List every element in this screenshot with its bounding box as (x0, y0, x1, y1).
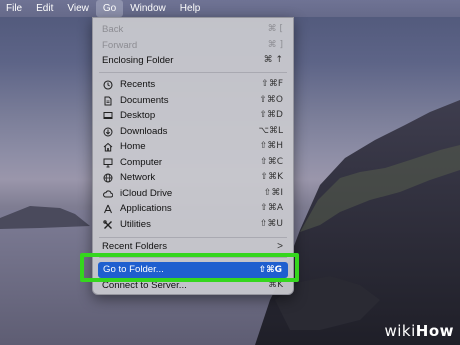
menu-item-label: Desktop (120, 110, 156, 121)
menu-item-enclosing-folder[interactable]: Enclosing Folder ⌘ ↑ (93, 53, 293, 69)
network-icon (103, 173, 113, 183)
menu-item-label: Utilities (120, 218, 151, 230)
menu-separator (99, 72, 287, 73)
shortcut-label: ⌘ ↑ (263, 55, 283, 65)
menu-item-network[interactable]: Network ⇧⌘K (93, 170, 293, 186)
menu-item-label: Documents (120, 94, 169, 106)
menu-item-desktop[interactable]: Desktop ⇧⌘D (93, 108, 293, 124)
cloud-icon (103, 189, 113, 197)
menu-item-forward[interactable]: Forward ⌘ ] (93, 38, 293, 54)
home-icon (103, 142, 113, 152)
shortcut-label: ⇧⌘C (260, 156, 283, 167)
menu-item-back[interactable]: Back ⌘ [ (93, 22, 293, 38)
shortcut-label: ⇧⌘I (263, 187, 283, 198)
menu-go[interactable]: Go (95, 0, 124, 17)
applications-icon (104, 204, 112, 214)
shortcut-label: ⌘ ] (267, 39, 283, 50)
menu-item-label: Enclosing Folder (102, 55, 174, 66)
shortcut-label: ⇧⌘A (260, 203, 283, 213)
menu-item-utilities[interactable]: Utilities ⇧⌘U (93, 217, 293, 233)
shortcut-label: ⇧⌘K (260, 172, 283, 182)
highlight-box (80, 253, 299, 282)
menu-item-label: Applications (120, 203, 172, 214)
watermark-part2: How (415, 322, 454, 340)
menu-bar: File Edit View Go Window Help (0, 0, 460, 17)
shortcut-label: ⌥⌘L (258, 125, 283, 136)
wikihow-watermark: wikiHow (384, 322, 454, 340)
menu-item-label: Computer (120, 156, 163, 168)
menu-help[interactable]: Help (173, 0, 208, 17)
watermark-part1: wiki (384, 322, 416, 340)
utilities-icon (103, 219, 112, 229)
menu-view[interactable]: View (60, 0, 96, 17)
menu-item-downloads[interactable]: Downloads ⌥⌘L (93, 124, 293, 140)
shortcut-label: ⇧⌘H (259, 141, 283, 151)
menu-item-home[interactable]: Home ⇧⌘H (93, 139, 293, 155)
menu-item-label: Back (102, 24, 124, 35)
menu-item-icloud-drive[interactable]: iCloud Drive ⇧⌘I (93, 186, 293, 202)
menu-item-applications[interactable]: Applications ⇧⌘A (93, 201, 293, 217)
shortcut-label: ⇧⌘D (259, 110, 283, 120)
clock-icon (103, 80, 113, 90)
menu-file[interactable]: File (0, 0, 29, 17)
menu-edit[interactable]: Edit (29, 0, 60, 17)
desktop-icon (103, 112, 113, 119)
menu-item-recents[interactable]: Recents ⇧⌘F (93, 77, 293, 93)
menu-separator (99, 237, 287, 238)
menu-item-label: Network (120, 172, 156, 183)
menu-item-computer[interactable]: Computer ⇧⌘C (93, 155, 293, 171)
menu-item-documents[interactable]: Documents ⇧⌘O (93, 93, 293, 109)
menu-item-label: Recents (120, 79, 156, 90)
menu-item-label: Home (120, 141, 146, 152)
shortcut-label: ⇧⌘O (259, 94, 283, 105)
menu-item-label: Forward (102, 39, 138, 51)
computer-icon (103, 158, 113, 167)
menu-window[interactable]: Window (123, 0, 173, 17)
shortcut-label: ⇧⌘F (261, 79, 283, 89)
shortcut-label: ⌘ [ (267, 24, 283, 34)
document-icon (104, 96, 112, 105)
menu-item-label: iCloud Drive (120, 187, 173, 199)
download-icon (103, 127, 113, 136)
shortcut-label: ⇧⌘U (259, 218, 283, 229)
menu-item-label: Downloads (120, 125, 168, 137)
